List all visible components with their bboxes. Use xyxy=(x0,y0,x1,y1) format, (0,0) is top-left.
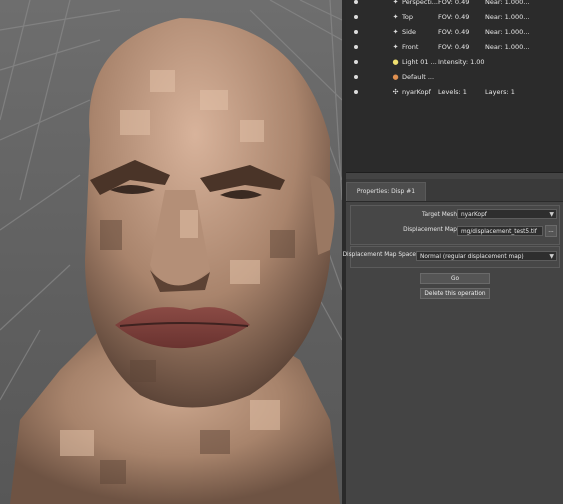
mesh-map-group: Target Mesh nyarKopf ▼ Displacement Map … xyxy=(350,205,560,245)
row-col2: Near: 1.000... xyxy=(485,13,530,21)
displacement-map-label: Displacement Map xyxy=(403,227,457,233)
outliner-row-front[interactable]: ✦ Front FOV: 0.49 Near: 1.000... xyxy=(346,40,563,55)
scene-outliner: ✦ Perspecti... FOV: 0.49 Near: 1.000... … xyxy=(346,0,563,173)
row-col1: Levels: 1 xyxy=(438,88,467,96)
outliner-row-top[interactable]: ✦ Top FOV: 0.49 Near: 1.000... xyxy=(346,10,563,25)
browse-button[interactable]: ... xyxy=(545,225,557,237)
row-name: Top xyxy=(402,13,413,21)
viewport-scene xyxy=(0,0,342,504)
visibility-icon[interactable] xyxy=(354,15,358,19)
camera-icon: ✦ xyxy=(392,13,399,21)
row-name: Front xyxy=(402,43,419,51)
row-col1: FOV: 0.49 xyxy=(438,13,470,21)
camera-icon: ✦ xyxy=(392,43,399,51)
row-col2: Near: 1.000... xyxy=(485,0,530,6)
visibility-icon[interactable] xyxy=(354,60,358,64)
camera-icon: ✦ xyxy=(392,28,399,36)
row-col1: FOV: 0.49 xyxy=(438,28,470,36)
map-space-group: Displacement Map Space Normal (regular d… xyxy=(343,246,560,268)
outliner-row-material[interactable]: ● Default ... xyxy=(346,70,563,85)
row-col1: FOV: 0.49 xyxy=(438,43,470,51)
mesh-icon: ✣ xyxy=(392,88,399,96)
delete-operation-button[interactable]: Delete this operation xyxy=(420,288,490,299)
material-icon: ● xyxy=(392,73,399,81)
visibility-icon[interactable] xyxy=(354,90,358,94)
target-mesh-select[interactable]: nyarKopf ▼ xyxy=(457,209,557,219)
go-button[interactable]: Go xyxy=(420,273,490,284)
visibility-icon[interactable] xyxy=(354,75,358,79)
map-space-label: Displacement Map Space xyxy=(342,252,416,258)
chevron-down-icon: ▼ xyxy=(549,211,554,218)
3d-viewport[interactable] xyxy=(0,0,342,504)
head-model xyxy=(10,18,340,504)
visibility-icon[interactable] xyxy=(354,45,358,49)
properties-tabbar: Properties: Disp #1 xyxy=(346,179,563,202)
row-col2: Layers: 1 xyxy=(485,88,515,96)
visibility-icon[interactable] xyxy=(354,0,358,4)
outliner-row-mesh[interactable]: ✣ nyarKopf Levels: 1 Layers: 1 xyxy=(346,85,563,100)
tab-properties[interactable]: Properties: Disp #1 xyxy=(346,182,426,201)
map-space-value: Normal (regular displacement map) xyxy=(420,254,524,260)
row-col2: Near: 1.000... xyxy=(485,43,530,51)
row-name: Perspecti... xyxy=(402,0,438,6)
row-col1: Intensity: 1.00 xyxy=(438,58,485,66)
outliner-row-light[interactable]: ● Light 01 ... Intensity: 1.00 xyxy=(346,55,563,70)
chevron-down-icon: ▼ xyxy=(549,253,554,260)
visibility-icon[interactable] xyxy=(354,30,358,34)
target-mesh-label: Target Mesh xyxy=(421,212,457,218)
row-name: nyarKopf xyxy=(402,88,431,96)
row-col1: FOV: 0.49 xyxy=(438,0,470,6)
map-space-select[interactable]: Normal (regular displacement map) ▼ xyxy=(416,251,557,261)
outliner-row-side[interactable]: ✦ Side FOV: 0.49 Near: 1.000... xyxy=(346,25,563,40)
row-col2: Near: 1.000... xyxy=(485,28,530,36)
row-name: Side xyxy=(402,28,417,36)
displacement-map-field[interactable]: mg/displacement_test5.tif xyxy=(457,226,543,236)
light-bulb-icon: ● xyxy=(392,58,399,66)
camera-icon: ✦ xyxy=(392,0,399,6)
right-panel: ✦ Perspecti... FOV: 0.49 Near: 1.000... … xyxy=(343,0,563,504)
target-mesh-value: nyarKopf xyxy=(461,212,487,218)
row-name: Light 01 ... xyxy=(402,58,437,66)
outliner-row-perspective[interactable]: ✦ Perspecti... FOV: 0.49 Near: 1.000... xyxy=(346,0,563,10)
row-name: Default ... xyxy=(402,73,435,81)
